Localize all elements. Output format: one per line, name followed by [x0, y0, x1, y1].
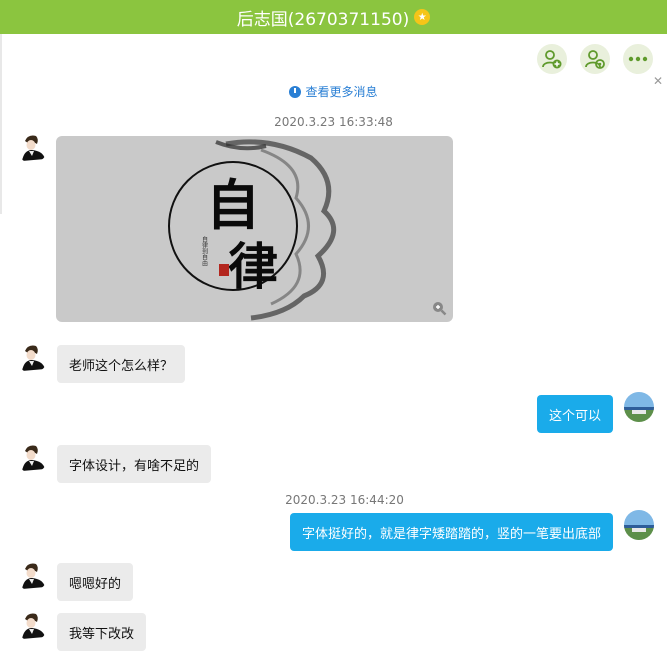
avatar[interactable]	[16, 441, 48, 473]
avatar-image	[624, 392, 654, 422]
own-avatar[interactable]	[624, 392, 654, 422]
message-bubble: 字体设计，有啥不足的	[57, 445, 212, 483]
more-button[interactable]	[623, 44, 653, 74]
avatar-image	[22, 445, 45, 471]
image-char-2: 律	[228, 237, 278, 296]
own-message-bubble: 字体挺好的，就是律字矮踏踏的，竖的一笔要出底部	[289, 513, 613, 551]
calligraphy-image: 自 律 自律到自由	[168, 139, 336, 321]
avatar-image	[22, 135, 45, 161]
message-bubble: 嗯嗯好的	[57, 563, 134, 601]
avatar-image	[22, 613, 45, 639]
message-timestamp: 2020.3.23 16:33:48	[274, 115, 393, 129]
message-timestamp: 2020.3.23 16:44:20	[285, 493, 404, 507]
message-bubble: 我等下改改	[57, 613, 147, 651]
own-message-bubble: 这个可以	[536, 395, 613, 433]
avatar[interactable]	[16, 131, 48, 163]
clock-icon	[289, 85, 302, 98]
own-avatar[interactable]	[624, 510, 654, 540]
view-more-link[interactable]: 查看更多消息	[0, 83, 667, 100]
zoom-icon[interactable]	[431, 300, 447, 316]
avatar[interactable]	[16, 609, 48, 641]
more-icon	[628, 56, 648, 62]
avatar[interactable]	[16, 341, 48, 373]
avatar-image	[22, 345, 45, 371]
chat-title: 后志国(2670371150)	[236, 9, 410, 30]
avatar-image	[22, 563, 45, 589]
message-bubble: 老师这个怎么样？	[57, 345, 186, 383]
view-more-label: 查看更多消息	[305, 85, 378, 99]
star-badge-icon: ★	[414, 9, 431, 25]
avatar[interactable]	[16, 559, 48, 591]
avatar-image	[624, 510, 654, 540]
add-contact-button[interactable]	[537, 44, 567, 74]
image-message[interactable]: 自 律 自律到自由	[56, 136, 453, 322]
title-bar: 后志国(2670371150) ★	[0, 0, 667, 34]
image-small-text: 自律到自由	[201, 235, 208, 267]
chat-toolbar	[537, 44, 653, 74]
contact-settings-button[interactable]	[580, 44, 610, 74]
image-char-1: 自	[206, 173, 260, 237]
add-contact-icon	[542, 50, 562, 69]
contact-settings-icon	[585, 50, 605, 69]
